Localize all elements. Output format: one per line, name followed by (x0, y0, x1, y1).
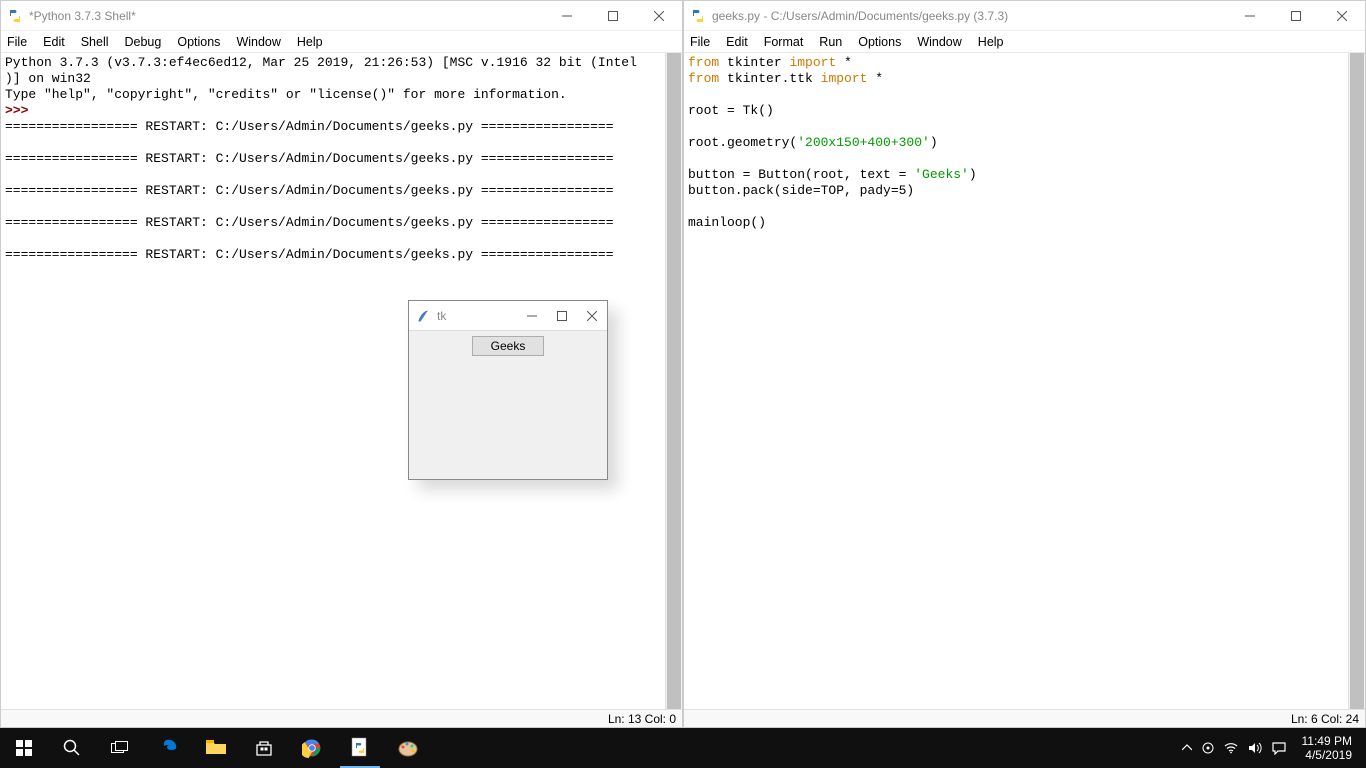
shell-scrollbar[interactable] (665, 53, 682, 709)
taskbar-clock[interactable]: 11:49 PM 4/5/2019 (1296, 734, 1358, 762)
editor-statusbar: Ln: 6 Col: 24 (684, 709, 1365, 727)
menu-window[interactable]: Window (236, 35, 280, 49)
volume-icon[interactable] (1248, 742, 1262, 754)
close-button[interactable] (636, 1, 682, 30)
menu-run[interactable]: Run (819, 35, 842, 49)
shell-prompt: >>> (5, 103, 28, 118)
tray-chevron-icon[interactable] (1182, 743, 1192, 753)
edge-icon[interactable] (144, 728, 192, 768)
editor-titlebar[interactable]: geeks.py - C:/Users/Admin/Documents/geek… (684, 1, 1365, 31)
tk-app-window: tk Geeks (408, 300, 608, 480)
task-view-button[interactable] (96, 728, 144, 768)
maximize-button[interactable] (590, 1, 636, 30)
menu-shell[interactable]: Shell (81, 35, 109, 49)
editor-window: geeks.py - C:/Users/Admin/Documents/geek… (683, 0, 1366, 728)
shell-cursor-position: Ln: 13 Col: 0 (608, 712, 676, 726)
tk-body: Geeks (409, 331, 607, 356)
menu-help[interactable]: Help (978, 35, 1004, 49)
tk-title: tk (437, 309, 456, 323)
wifi-icon[interactable] (1224, 742, 1238, 754)
editor-code[interactable]: from tkinter import * from tkinter.ttk i… (684, 53, 1365, 709)
tk-titlebar[interactable]: tk (409, 301, 607, 331)
menu-edit[interactable]: Edit (726, 35, 748, 49)
menu-file[interactable]: File (690, 35, 710, 49)
editor-menubar: File Edit Format Run Options Window Help (684, 31, 1365, 53)
maximize-button[interactable] (1273, 1, 1319, 30)
shell-menubar: File Edit Shell Debug Options Window Hel… (1, 31, 682, 53)
python-app-icon[interactable] (336, 728, 384, 768)
maximize-button[interactable] (547, 301, 577, 330)
minimize-button[interactable] (1227, 1, 1273, 30)
menu-options[interactable]: Options (177, 35, 220, 49)
menu-options[interactable]: Options (858, 35, 901, 49)
menu-help[interactable]: Help (297, 35, 323, 49)
menu-window[interactable]: Window (917, 35, 961, 49)
start-button[interactable] (0, 728, 48, 768)
shell-titlebar[interactable]: *Python 3.7.3 Shell* (1, 1, 682, 31)
idle-icon (7, 8, 23, 24)
menu-edit[interactable]: Edit (43, 35, 65, 49)
menu-file[interactable]: File (7, 35, 27, 49)
location-icon[interactable] (1202, 742, 1214, 754)
store-icon[interactable] (240, 728, 288, 768)
menu-format[interactable]: Format (764, 35, 804, 49)
minimize-button[interactable] (544, 1, 590, 30)
file-explorer-icon[interactable] (192, 728, 240, 768)
menu-debug[interactable]: Debug (125, 35, 162, 49)
close-button[interactable] (577, 301, 607, 330)
chrome-icon[interactable] (288, 728, 336, 768)
action-center-icon[interactable] (1272, 742, 1286, 755)
shell-title: *Python 3.7.3 Shell* (29, 9, 146, 23)
clock-time: 11:49 PM (1302, 734, 1352, 748)
search-button[interactable] (48, 728, 96, 768)
tk-feather-icon (415, 308, 431, 324)
geeks-button[interactable]: Geeks (472, 336, 545, 356)
windows-taskbar: 11:49 PM 4/5/2019 (0, 728, 1366, 768)
minimize-button[interactable] (517, 301, 547, 330)
paint-icon[interactable] (384, 728, 432, 768)
editor-scrollbar[interactable] (1348, 53, 1365, 709)
editor-cursor-position: Ln: 6 Col: 24 (1291, 712, 1359, 726)
close-button[interactable] (1319, 1, 1365, 30)
editor-title: geeks.py - C:/Users/Admin/Documents/geek… (712, 9, 1018, 23)
shell-statusbar: Ln: 13 Col: 0 (1, 709, 682, 727)
clock-date: 4/5/2019 (1302, 748, 1352, 762)
system-tray: 11:49 PM 4/5/2019 (1174, 728, 1366, 768)
idle-icon (690, 8, 706, 24)
